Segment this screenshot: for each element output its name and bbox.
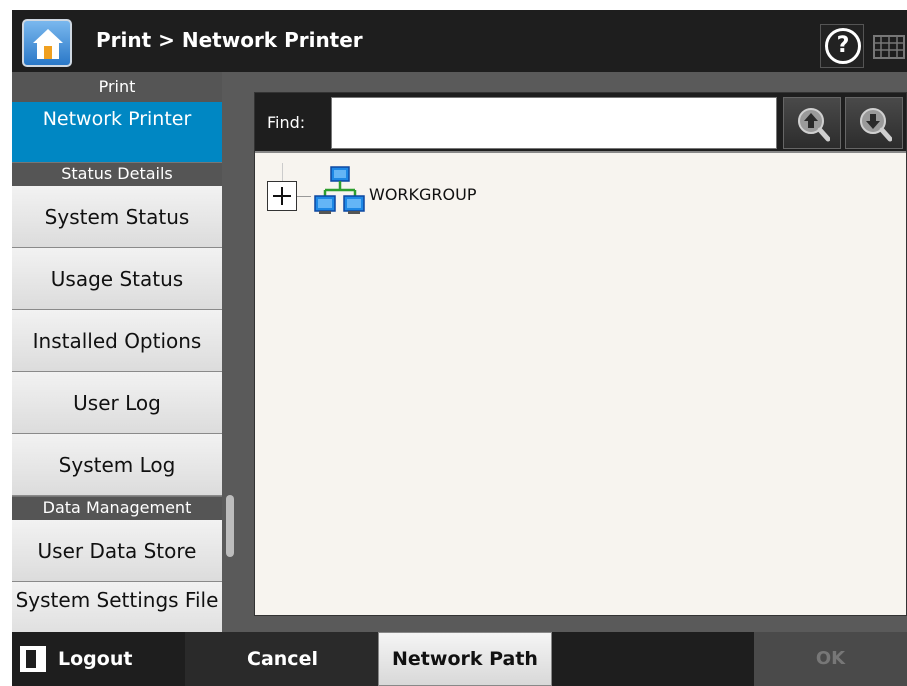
header-bar: Print > Network Printer ? bbox=[12, 10, 907, 72]
expand-icon[interactable] bbox=[267, 181, 297, 211]
sidebar-scroll-thumb[interactable] bbox=[226, 495, 234, 557]
find-bar: Find: bbox=[255, 93, 906, 153]
tree-node-label: WORKGROUP bbox=[369, 185, 477, 204]
find-next-button[interactable] bbox=[845, 97, 903, 149]
tree-connector bbox=[282, 163, 283, 181]
ok-button[interactable]: OK bbox=[754, 632, 907, 686]
find-input[interactable] bbox=[331, 97, 777, 149]
sidebar-item-usage-status[interactable]: Usage Status bbox=[12, 248, 222, 310]
home-button[interactable] bbox=[22, 19, 72, 67]
sidebar-item-user-log[interactable]: User Log bbox=[12, 372, 222, 434]
search-down-icon bbox=[860, 108, 892, 142]
tree-connector bbox=[297, 196, 311, 197]
help-icon: ? bbox=[825, 28, 861, 64]
find-label: Find: bbox=[267, 113, 306, 132]
sidebar-item-label: Network Printer bbox=[42, 108, 192, 130]
logout-icon bbox=[20, 646, 46, 672]
find-previous-button[interactable] bbox=[783, 97, 841, 149]
footer-bar: Logout Cancel Network Path OK bbox=[12, 632, 907, 686]
sidebar-item-network-printer[interactable]: Network Printer bbox=[12, 102, 222, 162]
sidebar-header-status-details: Status Details bbox=[12, 162, 222, 186]
footer: Logout Cancel Network Path OK bbox=[0, 632, 907, 686]
sidebar-item-system-log[interactable]: System Log bbox=[12, 434, 222, 496]
search-up-icon bbox=[798, 108, 830, 142]
sidebar-header-data-management: Data Management bbox=[12, 496, 222, 520]
sidebar-item-user-data-store[interactable]: User Data Store bbox=[12, 520, 222, 582]
page-breadcrumb: Print > Network Printer bbox=[96, 28, 363, 52]
home-icon bbox=[33, 29, 63, 59]
sidebar-header-print: Print bbox=[12, 72, 222, 102]
sidebar-item-system-status[interactable]: System Status bbox=[12, 186, 222, 248]
cancel-button[interactable]: Cancel bbox=[185, 632, 380, 686]
header: Print > Network Printer ? bbox=[0, 0, 907, 80]
sidebar: Print Network Printer Status Details Sys… bbox=[12, 72, 222, 632]
network-tree: WORKGROUP bbox=[255, 155, 906, 615]
network-browser-panel: Find: WORKGROUP bbox=[254, 92, 907, 616]
network-workgroup-icon bbox=[314, 166, 365, 214]
network-path-button[interactable]: Network Path bbox=[378, 632, 552, 686]
keyboard-button[interactable] bbox=[868, 24, 907, 68]
help-button[interactable]: ? bbox=[820, 24, 864, 68]
sidebar-item-system-settings-file[interactable]: System Settings File bbox=[12, 582, 222, 632]
logout-button[interactable]: Logout bbox=[12, 632, 157, 686]
keyboard-icon bbox=[873, 35, 905, 59]
sidebar-item-installed-options[interactable]: Installed Options bbox=[12, 310, 222, 372]
logout-label: Logout bbox=[58, 648, 133, 670]
